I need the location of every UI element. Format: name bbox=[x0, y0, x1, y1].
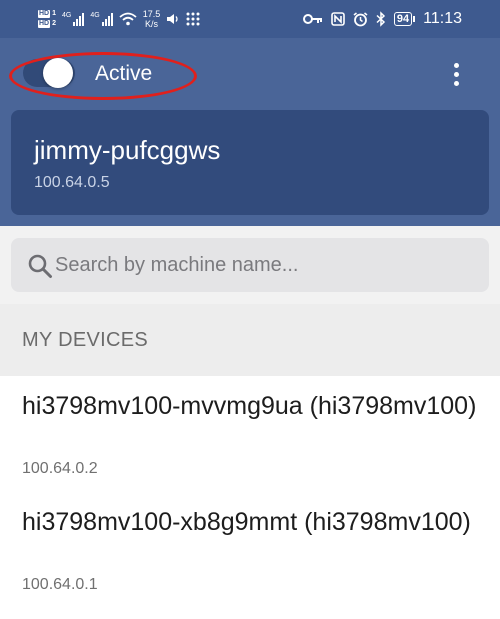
device-list-item[interactable]: hi3798mv100-mvvmg9ua (hi3798mv100) 100.6… bbox=[0, 376, 500, 488]
alarm-icon bbox=[353, 11, 368, 26]
search-input[interactable] bbox=[55, 238, 475, 292]
status-bar: HD 1 HD 2 4G 4G 17.5 K/s 94 11:13 bbox=[0, 0, 500, 38]
hd-badge-1: HD bbox=[38, 10, 51, 18]
sim-1-number: 1 bbox=[52, 10, 57, 17]
device-ip: 100.64.0.1 bbox=[22, 576, 98, 593]
more-options-icon[interactable] bbox=[444, 60, 468, 88]
signal-icon-2: 4G bbox=[90, 12, 113, 26]
status-bar-right: 94 11:13 bbox=[302, 4, 462, 34]
battery-icon: 94 bbox=[393, 12, 416, 26]
search-icon bbox=[28, 254, 52, 278]
battery-level: 94 bbox=[393, 12, 413, 26]
this-device-card[interactable]: jimmy-pufcggws 100.64.0.5 bbox=[11, 110, 489, 215]
sim-indicators: HD 1 HD 2 bbox=[38, 10, 56, 28]
app-header: Active jimmy-pufcggws 100.64.0.5 bbox=[0, 38, 500, 226]
clock: 11:13 bbox=[423, 10, 462, 27]
grid-menu-icon bbox=[186, 12, 200, 26]
status-bar-left: HD 1 HD 2 4G 4G 17.5 K/s bbox=[38, 4, 200, 34]
wifi-icon bbox=[119, 12, 137, 26]
search-area bbox=[0, 226, 500, 304]
this-device-name: jimmy-pufcggws bbox=[34, 135, 221, 165]
hd-badge-2: HD bbox=[38, 20, 51, 28]
device-name: hi3798mv100-xb8g9mmt (hi3798mv100) bbox=[22, 508, 471, 536]
signal-icon-1: 4G bbox=[62, 12, 85, 26]
red-highlight-ellipse bbox=[9, 52, 197, 100]
search-box[interactable] bbox=[11, 238, 489, 292]
bluetooth-icon bbox=[376, 11, 385, 27]
device-ip: 100.64.0.2 bbox=[22, 460, 98, 477]
section-title: MY DEVICES bbox=[22, 329, 148, 351]
vpn-key-icon bbox=[302, 14, 322, 24]
device-list-item[interactable]: hi3798mv100-xb8g9mmt (hi3798mv100) 100.6… bbox=[0, 492, 500, 604]
network-speed: 17.5 K/s bbox=[143, 9, 161, 29]
this-device-ip: 100.64.0.5 bbox=[34, 174, 110, 191]
network-type-2: 4G bbox=[90, 12, 100, 19]
sim-2-number: 2 bbox=[52, 20, 57, 27]
network-type-1: 4G bbox=[62, 12, 72, 19]
volume-icon bbox=[167, 14, 178, 24]
nfc-icon bbox=[331, 12, 345, 26]
device-name: hi3798mv100-mvvmg9ua (hi3798mv100) bbox=[22, 392, 477, 420]
section-header: MY DEVICES bbox=[0, 304, 500, 376]
network-speed-unit: K/s bbox=[144, 19, 158, 29]
network-speed-value: 17.5 bbox=[142, 9, 161, 19]
